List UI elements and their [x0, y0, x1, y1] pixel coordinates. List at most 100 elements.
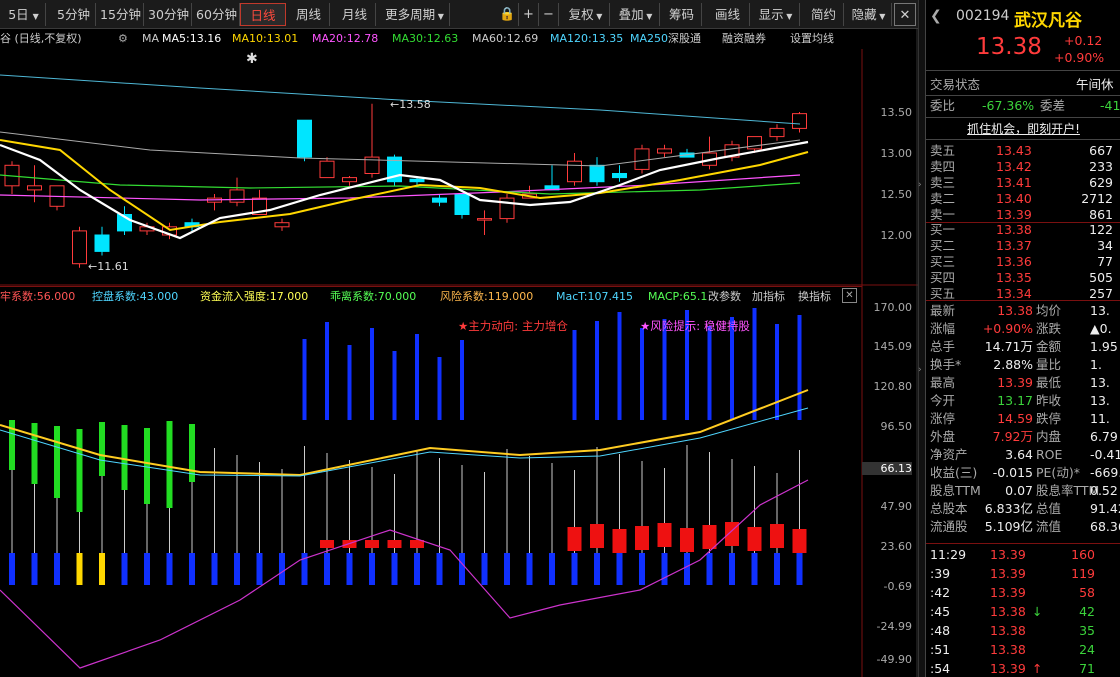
lock-icon[interactable]: 🔒 — [497, 3, 519, 26]
stat-label: 量比 — [1036, 357, 1062, 372]
stat-value: 1. — [1090, 357, 1102, 372]
stat-label: 收益(三) — [930, 465, 978, 480]
indicator-axis-label: -0.69 — [883, 580, 912, 593]
stat-label: PE(动)* — [1036, 465, 1080, 480]
zoom-in-icon[interactable]: + — [519, 3, 539, 26]
tick-row: :45 13.38 ↓ 42 — [926, 603, 1120, 621]
draw-line-button[interactable]: 画线 — [706, 3, 750, 26]
stat-value: 7.92万 — [992, 429, 1033, 444]
stat-label: 流值 — [1036, 519, 1062, 534]
link-swap-indicator[interactable]: 换指标 — [798, 287, 831, 306]
stat-value: 13. — [1090, 303, 1110, 318]
candle — [139, 226, 155, 232]
indicator-series — [0, 308, 809, 669]
adjust-label: 复权 — [568, 7, 594, 22]
overlay-label: 叠加 — [618, 7, 644, 22]
chevron-left-icon[interactable]: ❮ — [930, 8, 942, 24]
gear-icon[interactable]: ⚙ — [118, 29, 128, 49]
candle — [184, 222, 200, 228]
stat-row: 总股本 6.833亿 总值 91.42 — [926, 500, 1120, 518]
tab-15min[interactable]: 15分钟 — [98, 3, 144, 26]
tick-time: :39 — [930, 566, 951, 581]
tick-price: 13.38 — [990, 642, 1026, 657]
status-value: 午间休 — [1076, 77, 1114, 92]
ma10-value: MA10:13.01 — [232, 32, 299, 45]
candle — [252, 197, 267, 216]
chevron-right-icon[interactable]: › — [918, 180, 925, 190]
tab-monthly[interactable]: 月线 — [334, 3, 376, 26]
stock-code: 002194 — [956, 8, 1010, 24]
display-label: 显示 — [758, 7, 784, 22]
stat-label: 最低 — [1036, 375, 1062, 390]
stat-label: 总股本 — [930, 501, 968, 516]
tick-time: :54 — [930, 661, 951, 676]
chevron-down-icon: ▼ — [32, 12, 39, 21]
ma30-value: MA30:12.63 — [392, 32, 459, 45]
candlestick-series — [4, 103, 807, 268]
candle — [769, 127, 785, 138]
stat-label: 流通股 — [930, 519, 968, 534]
stat-row: 涨幅 +0.90% 涨跌 ▲0. — [926, 320, 1120, 338]
zoom-out-icon[interactable]: − — [539, 3, 559, 26]
chevron-right-icon[interactable]: › — [918, 365, 925, 375]
link-ma-settings[interactable]: 设置均线 — [790, 29, 834, 49]
stat-value: 13.39 — [997, 375, 1033, 390]
splitter[interactable] — [918, 0, 925, 677]
stock-name: 武汉凡谷 — [1014, 11, 1082, 31]
stat-value: +0.90% — [982, 321, 1033, 336]
stat-value: 5.109亿 — [984, 519, 1033, 534]
candle — [454, 193, 470, 215]
chips-button[interactable]: 筹码 — [662, 3, 702, 26]
last-price: 13.38 — [976, 34, 1042, 60]
tick-volume: 35 — [1079, 623, 1095, 638]
candle — [49, 185, 65, 207]
indicator-value: 资金流入强度:17.000 — [200, 290, 309, 303]
stat-value: 2.88% — [993, 357, 1033, 372]
low-annotation: ←11.61 — [88, 260, 129, 273]
tick-price: 13.39 — [990, 547, 1026, 562]
link-edit-params[interactable]: 改参数 — [708, 287, 741, 306]
stat-row: 涨停 14.59 跌停 11. — [926, 410, 1120, 428]
tick-time: :51 — [930, 642, 951, 657]
open-account-link[interactable]: 抓住机会，即刻开户! — [926, 120, 1120, 137]
indicator-axis-label: 145.09 — [873, 340, 913, 353]
close-icon[interactable]: ✕ — [842, 288, 857, 303]
tick-price: 13.39 — [990, 585, 1026, 600]
simple-button[interactable]: 简约 — [804, 3, 844, 26]
link-margin[interactable]: 融资融券 — [722, 29, 766, 49]
stock-terminal-window: { "toolbar": { "periods": ["5日","5分钟","1… — [0, 0, 1120, 677]
indicator-axis-label: -24.99 — [876, 620, 912, 633]
stat-label: 内盘 — [1036, 429, 1062, 444]
overlay-button[interactable]: 叠加 ▼ — [612, 3, 660, 26]
stat-label: 均价 — [1036, 303, 1062, 318]
tab-5day[interactable]: 5日 ▼ — [2, 3, 46, 26]
link-add-indicator[interactable]: 加指标 — [752, 287, 785, 306]
indicator-value: 乖离系数:70.000 — [330, 290, 417, 303]
chevron-down-icon: ▼ — [876, 12, 886, 21]
tab-5min[interactable]: 5分钟 — [52, 3, 96, 26]
stat-row: 今开 13.17 昨收 13. — [926, 392, 1120, 410]
hide-button[interactable]: 隐藏 ▼ — [846, 3, 892, 26]
display-button[interactable]: 显示 ▼ — [752, 3, 800, 26]
tick-volume: 160 — [1071, 547, 1095, 562]
candle — [567, 160, 582, 183]
close-icon[interactable]: ✕ — [894, 3, 916, 26]
stat-label: 最高 — [930, 375, 956, 390]
link-northbound[interactable]: 深股通 — [668, 29, 701, 49]
ma-legend-bar: 谷 (日线,不复权) ⚙ MA MA5:13.16 MA10:13.01 MA2… — [0, 29, 918, 49]
stat-row: 最新 13.38 均价 13. — [926, 302, 1120, 320]
tab-weekly[interactable]: 周线 — [288, 3, 330, 26]
tick-price: 13.39 — [990, 661, 1026, 676]
tab-60min[interactable]: 60分钟 — [194, 3, 240, 26]
ma-line — [0, 174, 801, 195]
tab-daily[interactable]: 日线 — [240, 3, 286, 26]
ma120-value: MA120:13.35 — [550, 32, 624, 45]
candle — [274, 222, 290, 228]
tab-more-periods[interactable]: 更多周期 ▼ — [380, 3, 450, 26]
hide-label: 隐藏 — [851, 7, 877, 22]
ma60-value: MA60:12.69 — [472, 32, 539, 45]
tick-time: 11:29 — [930, 547, 967, 562]
adjust-button[interactable]: 复权 ▼ — [562, 3, 610, 26]
stat-value: 0.52 — [1090, 483, 1118, 498]
tab-30min[interactable]: 30分钟 — [146, 3, 192, 26]
